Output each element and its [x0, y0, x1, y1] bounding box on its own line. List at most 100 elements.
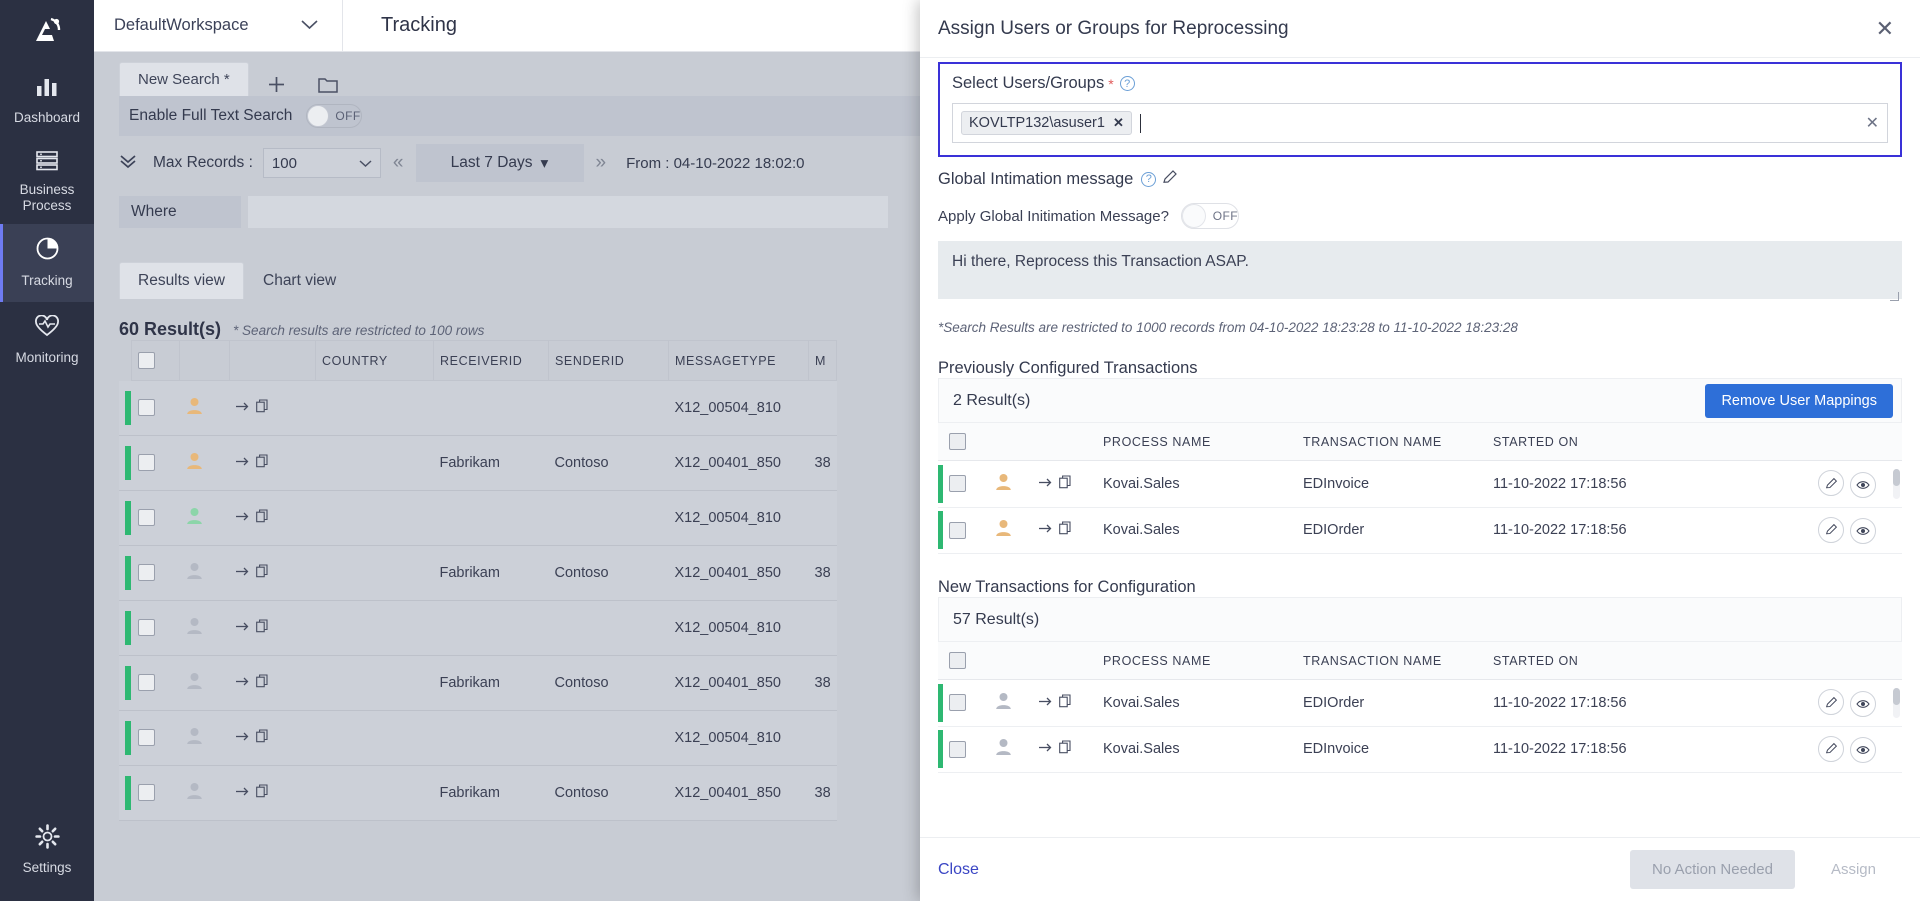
table-row[interactable]: Fabrikam Contoso X12_00401_850 38 — [119, 765, 837, 821]
close-icon[interactable]: ✕ — [1876, 17, 1894, 40]
row-action-icons[interactable] — [229, 655, 316, 711]
row-action-icons[interactable] — [229, 435, 316, 491]
user-avatar-icon — [989, 679, 1033, 727]
col-row-actions — [1687, 422, 1888, 461]
previous-select-all-checkbox[interactable] — [949, 433, 966, 450]
close-button[interactable]: Close — [938, 861, 979, 879]
table-row[interactable]: Kovai.Sales EDInvoice 11-10-2022 17:18:56 — [938, 460, 1902, 508]
row-action-icons[interactable] — [1033, 726, 1097, 773]
apply-global-message-toggle[interactable]: OFF — [1180, 203, 1239, 229]
row-checkbox[interactable] — [137, 454, 155, 471]
vertical-scrollbar[interactable] — [1893, 469, 1900, 499]
row-checkbox[interactable] — [137, 564, 155, 581]
no-action-needed-button[interactable]: No Action Needed — [1630, 850, 1795, 889]
col-bar — [119, 340, 132, 381]
pencil-icon[interactable] — [1162, 169, 1178, 189]
table-row[interactable]: X12_00504_810 — [119, 490, 837, 546]
row-checkbox[interactable] — [949, 475, 966, 493]
resize-grip-icon[interactable] — [1890, 292, 1899, 301]
eye-icon[interactable] — [1850, 690, 1876, 717]
select-users-input-field[interactable]: KOVLTP132\asuser1 ✕ ✕ — [952, 103, 1888, 143]
row-action-icons[interactable] — [1033, 460, 1097, 508]
row-checkbox[interactable] — [949, 521, 966, 539]
sidebar-item-dashboard[interactable]: Dashboard — [0, 62, 94, 140]
user-avatar-icon — [179, 600, 230, 656]
row-action-icons[interactable] — [1033, 679, 1097, 727]
new-section-title: New Transactions for Configuration — [938, 578, 1196, 596]
app-logo-icon[interactable] — [0, 0, 94, 62]
scrollbar-cell[interactable] — [1888, 726, 1902, 773]
row-checkbox-cell — [943, 460, 989, 508]
row-checkbox[interactable] — [137, 399, 155, 417]
max-records-select[interactable]: 100 — [262, 148, 381, 178]
table-row[interactable]: X12_00504_810 — [119, 710, 837, 766]
eye-icon[interactable] — [1850, 737, 1876, 763]
help-circle-icon[interactable]: ? — [1141, 171, 1157, 187]
assign-button[interactable]: Assign — [1809, 850, 1898, 889]
table-row[interactable]: Fabrikam Contoso X12_00401_850 38 — [119, 545, 837, 601]
remove-user-mappings-button[interactable]: Remove User Mappings — [1705, 383, 1893, 418]
row-action-icons[interactable] — [229, 765, 316, 821]
row-checkbox[interactable] — [137, 509, 155, 526]
row-checkbox[interactable] — [137, 729, 155, 746]
sidebar-item-settings[interactable]: Settings — [0, 811, 94, 889]
user-avatar-icon — [179, 655, 230, 711]
pencil-icon[interactable] — [1818, 516, 1844, 543]
row-checkbox[interactable] — [137, 674, 155, 691]
row-action-icons[interactable] — [229, 490, 316, 546]
row-checkbox[interactable] — [949, 694, 966, 712]
table-row[interactable]: Kovai.Sales EDIOrder 11-10-2022 17:18:56 — [938, 679, 1902, 727]
pencil-icon[interactable] — [1818, 470, 1844, 496]
row-action-icons[interactable] — [229, 380, 316, 436]
eye-icon[interactable] — [1850, 471, 1876, 498]
vertical-scrollbar[interactable] — [1893, 688, 1900, 718]
table-row[interactable]: Fabrikam Contoso X12_00401_850 38 — [119, 435, 837, 491]
table-row[interactable]: X12_00504_810 — [119, 380, 837, 436]
scrollbar-cell[interactable] — [1888, 507, 1902, 554]
global-message-textarea[interactable]: Hi there, Reprocess this Transaction ASA… — [938, 241, 1902, 299]
tab-new-search[interactable]: New Search * — [119, 62, 249, 96]
cell-receiverid — [433, 490, 549, 546]
full-text-search-toggle[interactable]: OFF — [306, 104, 363, 128]
table-row[interactable]: Kovai.Sales EDInvoice 11-10-2022 17:18:56 — [938, 726, 1902, 773]
pencil-icon[interactable] — [1818, 735, 1844, 762]
open-saved-search-button[interactable] — [300, 75, 352, 96]
row-action-icons[interactable] — [229, 710, 316, 766]
gear-icon — [34, 824, 60, 853]
select-all-checkbox[interactable] — [138, 352, 155, 369]
table-row[interactable]: Fabrikam Contoso X12_00401_850 38 — [119, 655, 837, 711]
table-row[interactable]: X12_00504_810 — [119, 600, 837, 656]
row-checkbox[interactable] — [137, 784, 155, 801]
row-action-icons[interactable] — [229, 600, 316, 656]
workspace-selector[interactable]: DefaultWorkspace — [108, 9, 332, 43]
row-checkbox[interactable] — [137, 619, 155, 636]
add-search-tab-button[interactable] — [249, 73, 300, 96]
token-remove-icon[interactable]: ✕ — [1113, 115, 1124, 131]
next-range-button[interactable]: » — [596, 152, 607, 174]
user-avatar-icon — [179, 545, 230, 601]
full-text-search-label: Enable Full Text Search — [129, 107, 293, 124]
tab-results-view[interactable]: Results view — [119, 262, 244, 299]
scrollbar-cell[interactable] — [1888, 460, 1902, 508]
new-select-all-checkbox[interactable] — [949, 652, 966, 669]
help-circle-icon[interactable]: ? — [1119, 76, 1135, 91]
chevron-double-down-icon[interactable] — [119, 153, 137, 174]
row-checkbox-cell — [131, 380, 180, 436]
main-area: DefaultWorkspace Tracking New Search * E… — [94, 0, 1920, 901]
select-users-block: Select Users/Groups * ? KOVLTP132\asuser… — [938, 62, 1902, 157]
eye-icon[interactable] — [1850, 518, 1876, 544]
sidebar-item-business-process[interactable]: Business Process — [0, 140, 94, 224]
prev-range-button[interactable]: « — [393, 152, 404, 174]
row-action-icons[interactable] — [229, 545, 316, 601]
row-checkbox[interactable] — [949, 740, 966, 758]
sidebar-item-tracking[interactable]: Tracking — [0, 223, 94, 302]
pencil-icon[interactable] — [1818, 689, 1844, 715]
tab-chart-view[interactable]: Chart view — [244, 262, 355, 299]
scrollbar-cell[interactable] — [1888, 679, 1902, 727]
table-row[interactable]: Kovai.Sales EDIOrder 11-10-2022 17:18:56 — [938, 507, 1902, 554]
date-range-button[interactable]: Last 7 Days ▾ — [415, 144, 584, 182]
clear-icon[interactable]: ✕ — [1866, 113, 1879, 133]
where-input[interactable] — [248, 196, 888, 228]
row-action-icons[interactable] — [1033, 507, 1097, 554]
sidebar-item-monitoring[interactable]: Monitoring — [0, 302, 94, 380]
